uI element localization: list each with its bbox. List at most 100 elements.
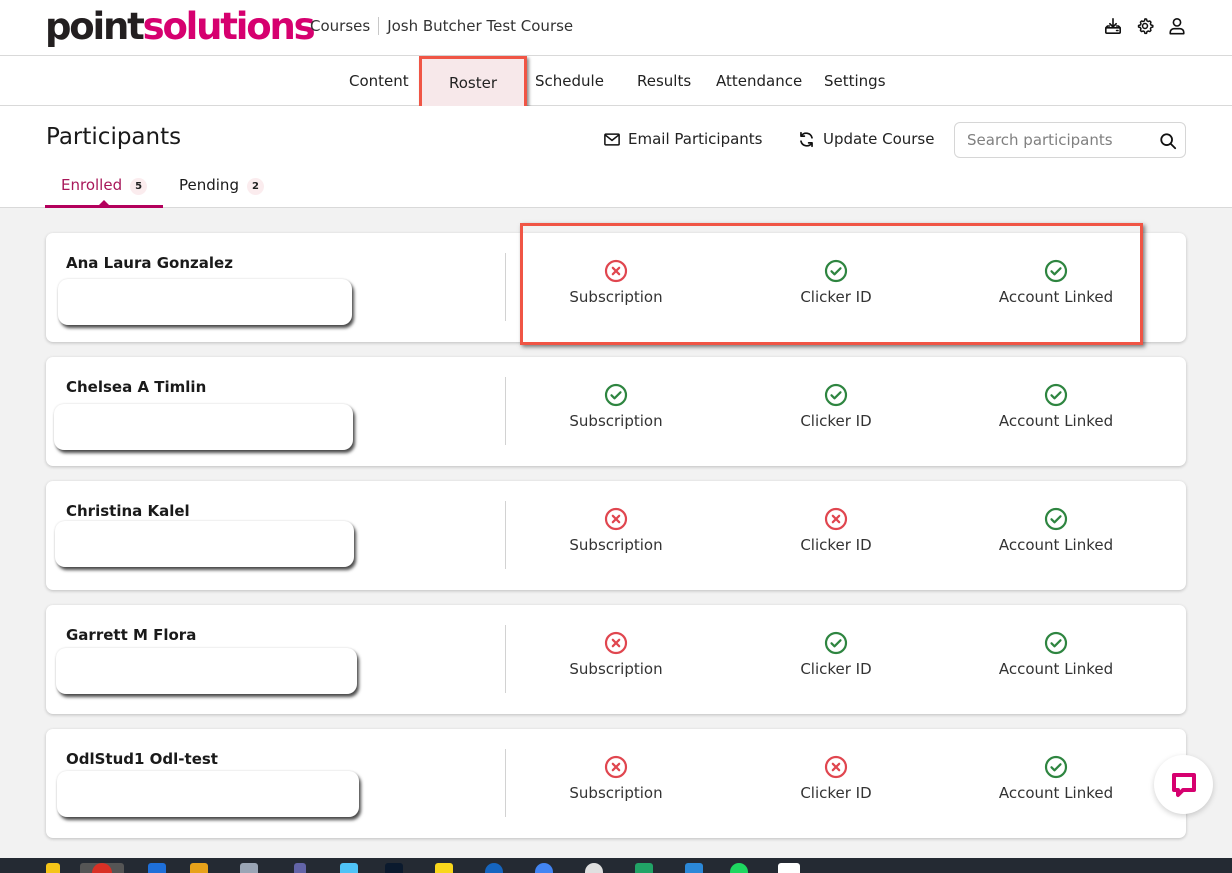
top-header: pointsolutions Courses Josh Butcher Test… [0, 0, 1232, 56]
clicker-id-status: Clicker ID [756, 755, 916, 802]
breadcrumb-courses[interactable]: Courses [310, 17, 370, 35]
taskbar-app-icon[interactable] [485, 863, 503, 873]
update-course-button[interactable]: Update Course [798, 130, 934, 148]
check-circle-icon [1044, 507, 1068, 531]
taskbar-spotify-icon[interactable] [730, 863, 748, 873]
refresh-icon [800, 131, 813, 147]
participant-card[interactable]: Garrett M Flora Subscription Clicker ID … [46, 605, 1186, 714]
nav-results[interactable]: Results [637, 56, 691, 106]
participant-name: Chelsea A Timlin [66, 378, 207, 396]
pointsolutions-logo[interactable]: pointsolutions [45, 4, 316, 50]
x-circle-icon [604, 507, 628, 531]
card-divider [505, 625, 506, 693]
participants-header: Participants Email Participants Update C… [0, 106, 1232, 208]
user-icon[interactable] [1168, 17, 1186, 35]
participant-name: Garrett M Flora [66, 626, 197, 644]
search-icon[interactable] [1159, 132, 1177, 150]
taskbar-notes-icon[interactable] [435, 863, 453, 873]
nav-settings[interactable]: Settings [824, 56, 886, 106]
check-circle-icon [824, 631, 848, 655]
subscription-status: Subscription [536, 383, 696, 430]
taskbar-folder-icon[interactable] [190, 863, 208, 873]
breadcrumb-separator [378, 17, 380, 35]
redacted-field [56, 648, 357, 694]
redacted-field [55, 521, 354, 567]
taskbar-app-icon[interactable] [46, 863, 60, 873]
pending-count-badge: 2 [246, 178, 264, 195]
envelope-icon [604, 132, 620, 146]
account-linked-status: Account Linked [976, 755, 1136, 802]
x-circle-icon [604, 755, 628, 779]
card-divider [505, 253, 506, 321]
account-linked-status: Account Linked [976, 259, 1136, 306]
redacted-field [54, 404, 353, 450]
gear-icon[interactable] [1136, 17, 1154, 35]
tab-pending[interactable]: Pending 2 [179, 172, 264, 206]
subscription-status: Subscription [536, 259, 696, 306]
chat-launcher-button[interactable] [1154, 755, 1213, 814]
clicker-id-status: Clicker ID [756, 631, 916, 678]
clicker-id-status: Clicker ID [756, 383, 916, 430]
nav-attendance[interactable]: Attendance [716, 56, 802, 106]
card-divider [505, 501, 506, 569]
taskbar-app-icon[interactable] [240, 863, 258, 873]
taskbar-app-icon[interactable] [778, 863, 800, 873]
card-divider [505, 749, 506, 817]
tab-enrolled-label: Enrolled [61, 176, 123, 194]
taskbar-app-icon[interactable] [148, 863, 166, 873]
email-participants-label: Email Participants [628, 130, 763, 148]
tab-pending-label: Pending [179, 176, 239, 194]
x-circle-icon [824, 755, 848, 779]
os-taskbar [0, 858, 1232, 873]
participant-card[interactable]: Ana Laura Gonzalez Subscription Clicker … [46, 233, 1186, 342]
check-circle-icon [1044, 631, 1068, 655]
clicker-id-status: Clicker ID [756, 259, 916, 306]
chat-bubble-icon [1171, 772, 1196, 797]
account-linked-status: Account Linked [976, 383, 1136, 430]
taskbar-teams-icon[interactable] [294, 863, 306, 873]
check-circle-icon [1044, 259, 1068, 283]
taskbar-app-icon[interactable] [340, 863, 358, 873]
account-linked-status: Account Linked [976, 507, 1136, 554]
participant-card[interactable]: Chelsea A Timlin Subscription Clicker ID… [46, 357, 1186, 466]
search-box [954, 122, 1186, 158]
x-circle-icon [604, 631, 628, 655]
download-icon[interactable] [1104, 17, 1122, 35]
taskbar-app-icon[interactable] [585, 863, 603, 873]
breadcrumb: Courses Josh Butcher Test Course [310, 17, 573, 35]
taskbar-excel-icon[interactable] [635, 863, 653, 873]
taskbar-app-icon[interactable] [385, 863, 403, 873]
check-circle-icon [604, 383, 628, 407]
breadcrumb-course-name: Josh Butcher Test Course [387, 17, 574, 35]
x-circle-icon [604, 259, 628, 283]
course-nav: Content Roster Schedule Results Attendan… [0, 56, 1232, 110]
search-input[interactable] [967, 131, 1147, 149]
nav-schedule[interactable]: Schedule [535, 56, 604, 106]
participant-card[interactable]: Christina Kalel Subscription Clicker ID … [46, 481, 1186, 590]
subscription-status: Subscription [536, 507, 696, 554]
redacted-field [57, 771, 359, 817]
subscription-status: Subscription [536, 631, 696, 678]
taskbar-app-icon[interactable] [535, 863, 553, 873]
redacted-field [58, 279, 352, 325]
taskbar-app-icon[interactable] [685, 863, 703, 873]
subscription-status: Subscription [536, 755, 696, 802]
participant-name: OdlStud1 Odl-test [66, 750, 218, 768]
email-participants-button[interactable]: Email Participants [604, 130, 763, 148]
enrolled-count-badge: 5 [130, 178, 148, 195]
check-circle-icon [1044, 755, 1068, 779]
nav-roster[interactable]: Roster [419, 56, 527, 110]
account-linked-status: Account Linked [976, 631, 1136, 678]
check-circle-icon [824, 259, 848, 283]
check-circle-icon [1044, 383, 1068, 407]
tab-enrolled[interactable]: Enrolled 5 [45, 172, 163, 208]
participant-name: Ana Laura Gonzalez [66, 254, 233, 272]
clicker-id-status: Clicker ID [756, 507, 916, 554]
check-circle-icon [824, 383, 848, 407]
update-course-label: Update Course [823, 130, 935, 148]
page-title: Participants [46, 124, 182, 150]
participant-card[interactable]: OdlStud1 Odl-test Subscription Clicker I… [46, 729, 1186, 838]
nav-content[interactable]: Content [349, 56, 409, 106]
participant-name: Christina Kalel [66, 502, 190, 520]
card-divider [505, 377, 506, 445]
